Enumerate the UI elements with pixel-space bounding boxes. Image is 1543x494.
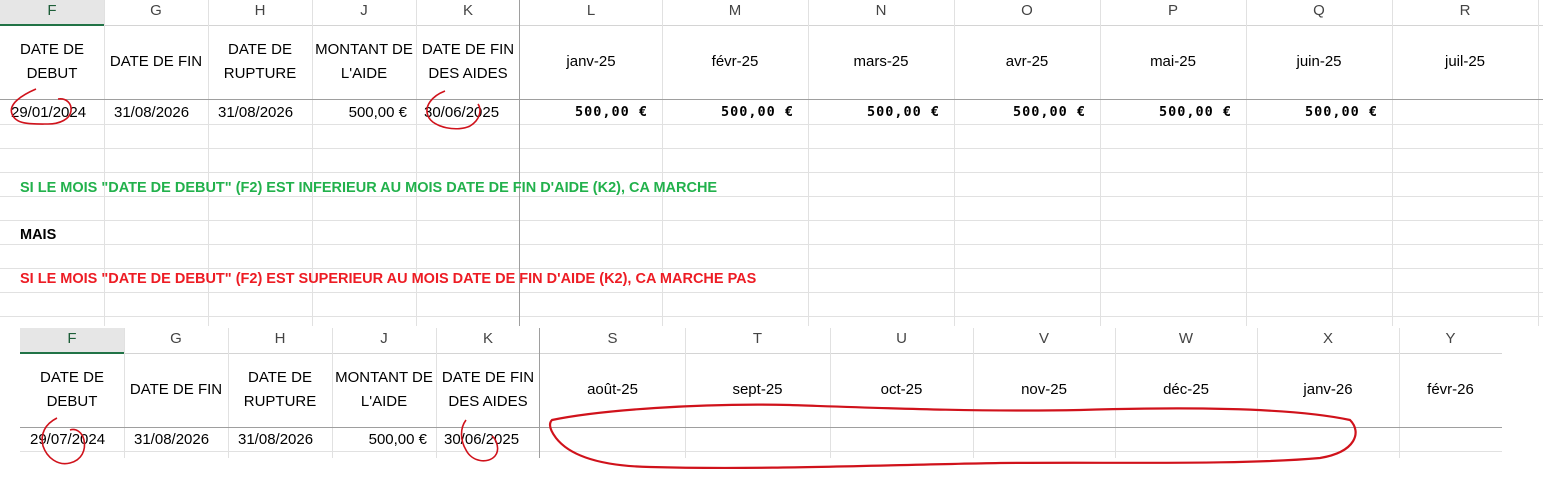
header-date-fin-aides[interactable]: DATE DE FIN DES AIDES <box>418 26 518 98</box>
col-header-M[interactable]: M <box>662 0 808 24</box>
spreadsheet-top: F G H J K L M N O P Q R DATE DE DEBUT DA… <box>0 0 1543 326</box>
note-red: SI LE MOIS "DATE DE DEBUT" (F2) EST SUPE… <box>20 271 757 287</box>
header-month-aout-25[interactable]: août-25 <box>540 354 685 426</box>
note-mais: MAIS <box>20 227 57 243</box>
header-date-rupture[interactable]: DATE DE RUPTURE <box>230 354 330 426</box>
cell-date-fin-aides[interactable]: 30/06/2025 <box>424 100 516 124</box>
gridline <box>228 328 229 458</box>
gridline <box>0 268 1543 269</box>
col-header-F[interactable]: F <box>0 0 104 26</box>
col-header-T[interactable]: T <box>685 328 830 352</box>
cell-month-value[interactable]: 500,00 € <box>662 100 794 124</box>
col-header-S[interactable]: S <box>540 328 685 352</box>
cell-month-value[interactable]: 500,00 € <box>954 100 1086 124</box>
header-month-mars-25[interactable]: mars-25 <box>808 26 954 98</box>
cell-date-debut[interactable]: 29/01/2024 <box>11 100 103 124</box>
header-month-janv-26[interactable]: janv-26 <box>1257 354 1399 426</box>
header-month-oct-25[interactable]: oct-25 <box>830 354 973 426</box>
cell-montant-aide[interactable]: 500,00 € <box>332 428 427 451</box>
gridline <box>20 451 1502 452</box>
gridline <box>0 316 1543 317</box>
col-header-L[interactable]: L <box>520 0 662 24</box>
gridline <box>0 196 1543 197</box>
cell-date-fin-aides[interactable]: 30/06/2025 <box>444 428 536 451</box>
col-header-X[interactable]: X <box>1257 328 1399 352</box>
col-header-J[interactable]: J <box>312 0 416 24</box>
col-header-P[interactable]: P <box>1100 0 1246 24</box>
cell-date-rupture[interactable]: 31/08/2026 <box>218 100 310 124</box>
gridline <box>436 328 437 458</box>
cell-month-value[interactable]: 500,00 € <box>520 100 648 124</box>
col-header-Y[interactable]: Y <box>1399 328 1502 352</box>
cell-date-debut[interactable]: 29/07/2024 <box>30 428 122 451</box>
col-header-G[interactable]: G <box>124 328 228 352</box>
header-month-sept-25[interactable]: sept-25 <box>685 354 830 426</box>
gridline <box>0 292 1543 293</box>
gridline <box>0 220 1543 221</box>
header-date-fin-aides[interactable]: DATE DE FIN DES AIDES <box>438 354 538 426</box>
header-month-janv-25[interactable]: janv-25 <box>520 26 662 98</box>
cell-date-rupture[interactable]: 31/08/2026 <box>238 428 330 451</box>
header-month-mai-25[interactable]: mai-25 <box>1100 26 1246 98</box>
col-header-G[interactable]: G <box>104 0 208 24</box>
header-montant-aide[interactable]: MONTANT DE L'AIDE <box>314 26 414 98</box>
header-date-debut[interactable]: DATE DE DEBUT <box>2 26 102 98</box>
col-header-J[interactable]: J <box>332 328 436 352</box>
header-montant-aide[interactable]: MONTANT DE L'AIDE <box>334 354 434 426</box>
col-header-W[interactable]: W <box>1115 328 1257 352</box>
gridline <box>0 172 1543 173</box>
cell-date-fin[interactable]: 31/08/2026 <box>114 100 206 124</box>
cell-month-value[interactable]: 500,00 € <box>1100 100 1232 124</box>
header-month-juin-25[interactable]: juin-25 <box>1246 26 1392 98</box>
note-green: SI LE MOIS "DATE DE DEBUT" (F2) EST INFE… <box>20 180 718 196</box>
header-month-nov-25[interactable]: nov-25 <box>973 354 1115 426</box>
gridline <box>0 244 1543 245</box>
cell-month-value[interactable]: 500,00 € <box>808 100 940 124</box>
header-date-rupture[interactable]: DATE DE RUPTURE <box>210 26 310 98</box>
header-month-fevr-25[interactable]: févr-25 <box>662 26 808 98</box>
cell-date-fin[interactable]: 31/08/2026 <box>134 428 226 451</box>
col-header-Q[interactable]: Q <box>1246 0 1392 24</box>
header-month-avr-25[interactable]: avr-25 <box>954 26 1100 98</box>
header-month-juil-25[interactable]: juil-25 <box>1392 26 1538 98</box>
col-header-N[interactable]: N <box>808 0 954 24</box>
cell-month-value[interactable]: 500,00 € <box>1246 100 1378 124</box>
gridline <box>0 148 1543 149</box>
cell-montant-aide[interactable]: 500,00 € <box>312 100 407 124</box>
col-header-O[interactable]: O <box>954 0 1100 24</box>
col-header-F[interactable]: F <box>20 328 124 354</box>
header-month-dec-25[interactable]: déc-25 <box>1115 354 1257 426</box>
gridline <box>1538 0 1539 326</box>
header-date-fin[interactable]: DATE DE FIN <box>126 354 226 426</box>
col-header-V[interactable]: V <box>973 328 1115 352</box>
col-header-H[interactable]: H <box>208 0 312 24</box>
col-header-K[interactable]: K <box>436 328 540 352</box>
gridline <box>124 328 125 458</box>
header-month-fevr-26[interactable]: févr-26 <box>1399 354 1502 426</box>
col-header-K[interactable]: K <box>416 0 520 24</box>
header-date-fin[interactable]: DATE DE FIN <box>106 26 206 98</box>
col-header-H[interactable]: H <box>228 328 332 352</box>
col-header-U[interactable]: U <box>830 328 973 352</box>
header-date-debut[interactable]: DATE DE DEBUT <box>22 354 122 426</box>
gridline <box>0 124 1543 125</box>
spreadsheet-bottom: F G H J K S T U V W X Y DATE DE DEBUT DA… <box>20 328 1502 458</box>
col-header-R[interactable]: R <box>1392 0 1538 24</box>
